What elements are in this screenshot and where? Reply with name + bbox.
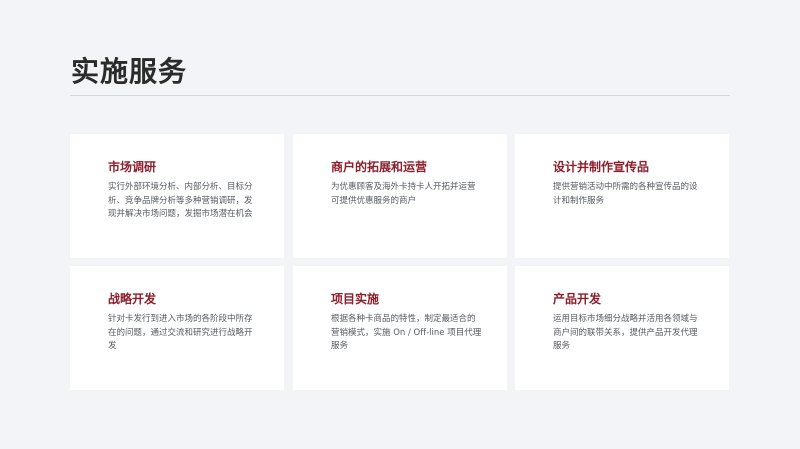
service-card-description: 根据各种卡商品的特性，制定最适合的营销模式，实施 On / Off-line 项… bbox=[331, 314, 482, 351]
service-card-description: 为优惠顾客及海外卡持卡人开拓并运营可提供优惠服务的商户 bbox=[331, 182, 476, 206]
service-card-title: 商户的拓展和运营 bbox=[331, 160, 428, 174]
service-card-title: 产品开发 bbox=[553, 292, 602, 306]
service-card-project: 项目实施 根据各种卡商品的特性，制定最适合的营销模式，实施 On / Off-l… bbox=[293, 266, 507, 390]
service-card-merchant-expansion: 商户的拓展和运营 为优惠顾客及海外卡持卡人开拓并运营可提供优惠服务的商户 bbox=[293, 134, 507, 258]
service-card-description: 实行外部环境分析、内部分析、目标分析、竞争品牌分析等多种营销调研，发现并解决市场… bbox=[108, 182, 253, 219]
service-card-title: 市场调研 bbox=[108, 160, 157, 174]
service-card-market-research: 市场调研 实行外部环境分析、内部分析、目标分析、竞争品牌分析等多种营销调研，发现… bbox=[70, 134, 284, 258]
service-card-product-dev: 产品开发 运用目标市场细分战略并活用各领域与商户间的联带关系，提供产品开发代理服… bbox=[515, 266, 729, 390]
service-card-strategy: 战略开发 针对卡发行到进入市场的各阶段中所存在的问题，通过交流和研究进行战略开发 bbox=[70, 266, 284, 390]
service-card-description: 提供营销活动中所需的各种宣传品的设计和制作服务 bbox=[553, 182, 698, 206]
service-card-promo-design: 设计并制作宣传品 提供营销活动中所需的各种宣传品的设计和制作服务 bbox=[515, 134, 729, 258]
service-card-title: 战略开发 bbox=[108, 292, 157, 306]
title-divider bbox=[70, 95, 730, 96]
service-card-description: 针对卡发行到进入市场的各阶段中所存在的问题，通过交流和研究进行战略开发 bbox=[108, 314, 253, 351]
service-card-title: 设计并制作宣传品 bbox=[553, 160, 650, 174]
service-card-title: 项目实施 bbox=[331, 292, 380, 306]
page-title: 实施服务 bbox=[71, 55, 188, 88]
service-card-description: 运用目标市场细分战略并活用各领域与商户间的联带关系，提供产品开发代理服务 bbox=[553, 314, 698, 351]
